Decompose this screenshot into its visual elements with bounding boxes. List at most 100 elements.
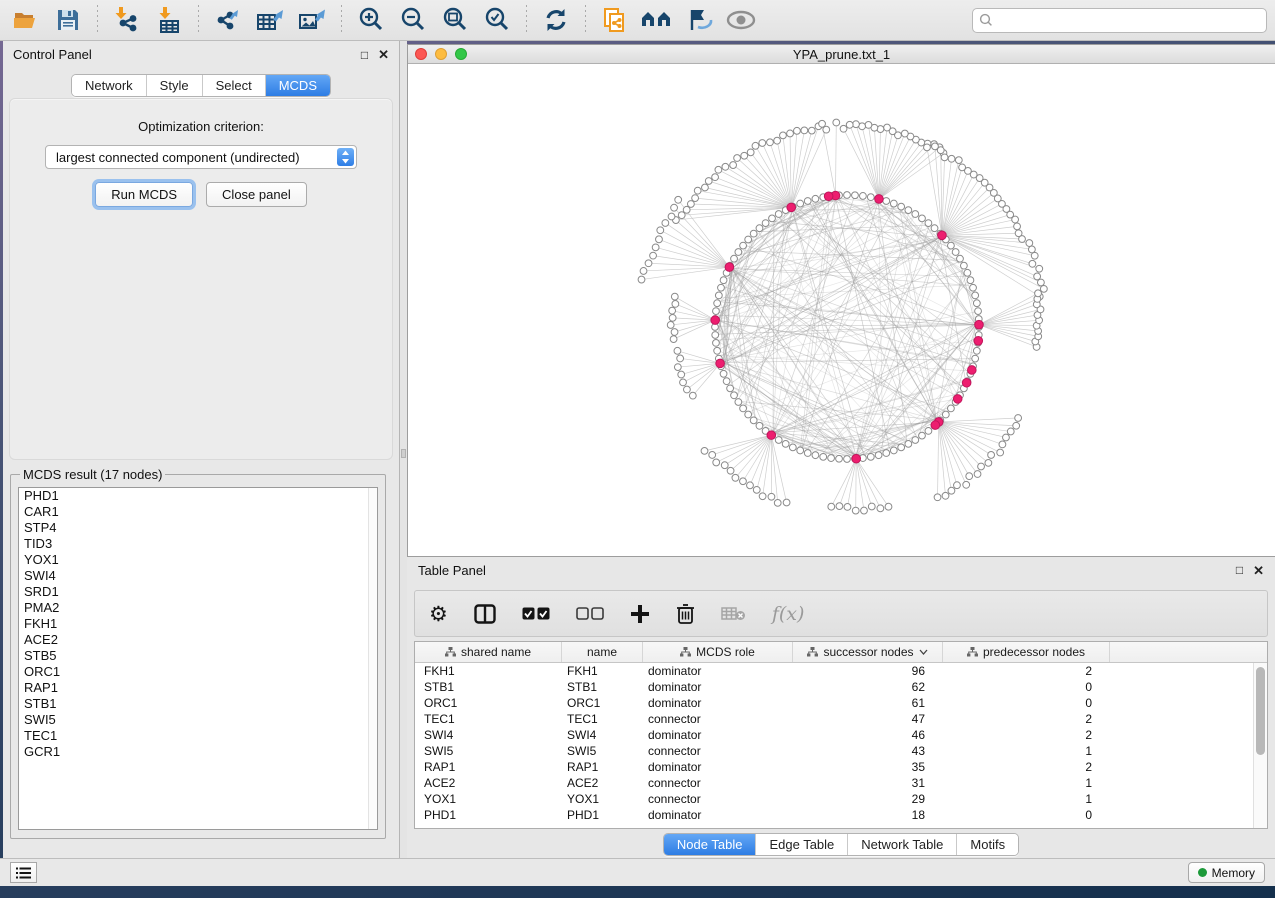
graph-leaf-node[interactable] [684,386,691,393]
graph-node[interactable] [789,444,796,451]
graph-leaf-node[interactable] [774,137,781,144]
mcds-result-item[interactable]: CAR1 [19,504,377,520]
graph-leaf-node[interactable] [774,499,781,506]
graph-node[interactable] [919,432,926,439]
cell-MCDS-role[interactable]: connector [643,712,793,726]
cell-successor-nodes[interactable]: 43 [793,744,943,758]
table-scrollbar[interactable] [1253,663,1267,828]
graph-node[interactable] [745,236,752,243]
graph-node[interactable] [890,200,897,207]
graph-leaf-node[interactable] [670,336,677,343]
graph-node[interactable] [782,440,789,447]
cell-name[interactable]: STB1 [562,680,643,694]
import-table-icon[interactable] [151,4,187,36]
graph-leaf-node[interactable] [942,492,949,499]
cell-MCDS-role[interactable]: dominator [643,808,793,822]
mcds-node[interactable] [711,316,720,325]
graph-node[interactable] [828,455,835,462]
graph-leaf-node[interactable] [692,195,699,202]
mcds-node[interactable] [938,231,947,240]
graph-leaf-node[interactable] [671,329,678,336]
graph-leaf-node[interactable] [901,130,908,137]
graph-leaf-node[interactable] [1034,273,1041,280]
graph-node[interactable] [883,198,890,205]
graph-node[interactable] [804,198,811,205]
mcds-result-item[interactable]: ORC1 [19,664,377,680]
network-canvas[interactable] [408,64,1275,556]
memory-button[interactable]: Memory [1188,862,1265,883]
graph-leaf-node[interactable] [833,119,840,126]
graph-node[interactable] [727,385,734,392]
mcds-node[interactable] [852,454,861,463]
graph-leaf-node[interactable] [853,121,860,128]
mcds-node[interactable] [931,421,940,430]
graph-leaf-node[interactable] [747,482,754,489]
table-scrollbar-thumb[interactable] [1256,667,1265,755]
network-window-titlebar[interactable]: YPA_prune.txt_1 [408,45,1275,64]
graph-leaf-node[interactable] [934,494,941,501]
cell-predecessor-nodes[interactable]: 0 [943,680,1110,694]
graph-leaf-node[interactable] [672,300,679,307]
graph-leaf-node[interactable] [794,127,801,134]
cell-MCDS-role[interactable]: connector [643,776,793,790]
graph-leaf-node[interactable] [683,206,690,213]
graph-leaf-node[interactable] [657,227,664,234]
mcds-result-item[interactable]: PMA2 [19,600,377,616]
graph-node[interactable] [905,207,912,214]
graph-leaf-node[interactable] [694,187,701,194]
graph-leaf-node[interactable] [840,125,847,132]
graph-leaf-node[interactable] [734,155,741,162]
tab-select[interactable]: Select [203,75,266,96]
graph-leaf-node[interactable] [650,252,657,259]
column-header-MCDS-role[interactable]: MCDS role [643,642,793,662]
graph-node[interactable] [960,262,967,269]
graph-leaf-node[interactable] [638,276,645,283]
graph-leaf-node[interactable] [747,149,754,156]
delete-column-trash-icon[interactable] [676,599,695,629]
graph-leaf-node[interactable] [727,467,734,474]
graph-node[interactable] [957,255,964,262]
import-network-icon[interactable] [109,4,145,36]
export-network-icon[interactable] [210,4,246,36]
criterion-dropdown[interactable]: largest connected component (undirected) [45,145,357,169]
graph-node[interactable] [723,378,730,385]
graph-node[interactable] [812,452,819,459]
graph-leaf-node[interactable] [954,482,961,489]
cell-predecessor-nodes[interactable]: 1 [943,744,1110,758]
graph-leaf-node[interactable] [948,487,955,494]
graph-node[interactable] [948,242,955,249]
graph-leaf-node[interactable] [865,121,872,128]
graph-leaf-node[interactable] [1026,240,1033,247]
search-field[interactable] [972,8,1267,33]
graph-leaf-node[interactable] [740,478,747,485]
graph-node[interactable] [867,453,874,460]
mcds-result-item[interactable]: SRD1 [19,584,377,600]
graph-node[interactable] [750,417,757,424]
graph-node[interactable] [931,225,938,232]
cell-predecessor-nodes[interactable]: 0 [943,808,1110,822]
refresh-layout-icon[interactable] [538,4,574,36]
graph-leaf-node[interactable] [1003,434,1010,441]
mcds-node[interactable] [824,192,833,201]
cell-shared-name[interactable]: STB1 [415,680,562,694]
mcds-result-item[interactable]: STP4 [19,520,377,536]
graph-node[interactable] [973,347,980,354]
add-column-icon[interactable] [630,599,650,629]
tab-network-table[interactable]: Network Table [848,834,957,855]
table-row[interactable]: PHD1PHD1dominator180 [415,807,1267,823]
graph-leaf-node[interactable] [752,142,759,149]
table-row[interactable]: YOX1YOX1connector291 [415,791,1267,807]
mcds-result-item[interactable]: STB5 [19,648,377,664]
graph-leaf-node[interactable] [852,507,859,514]
graph-leaf-node[interactable] [1037,279,1044,286]
graph-leaf-node[interactable] [678,212,685,219]
mcds-node[interactable] [875,195,884,204]
graph-leaf-node[interactable] [656,236,663,243]
graph-node[interactable] [715,292,722,299]
birds-eye-view-icon[interactable] [639,4,675,36]
graph-leaf-node[interactable] [687,201,694,208]
graph-leaf-node[interactable] [783,499,790,506]
cell-MCDS-role[interactable]: dominator [643,760,793,774]
graph-node[interactable] [972,292,979,299]
graph-leaf-node[interactable] [759,140,766,147]
